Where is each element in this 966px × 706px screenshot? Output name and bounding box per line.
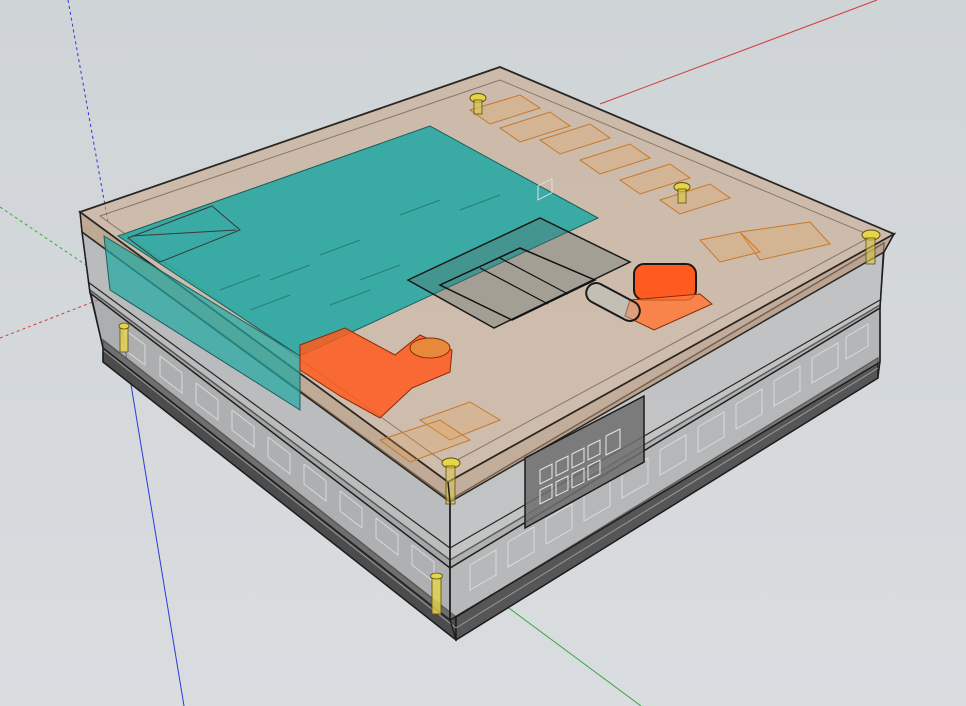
red-axis-positive: [599, 0, 878, 105]
screw: [118, 322, 130, 353]
model-scene[interactable]: [0, 0, 966, 706]
3d-modeling-viewport[interactable]: [0, 0, 966, 706]
orange-connector-housing: [633, 263, 697, 301]
screw: [430, 572, 443, 615]
green-axis-positive: [489, 593, 642, 706]
blue-axis-negative: [67, 0, 109, 223]
orange-port: [409, 337, 451, 359]
green-axis-negative: [0, 206, 87, 266]
red-axis-negative: [0, 299, 99, 339]
